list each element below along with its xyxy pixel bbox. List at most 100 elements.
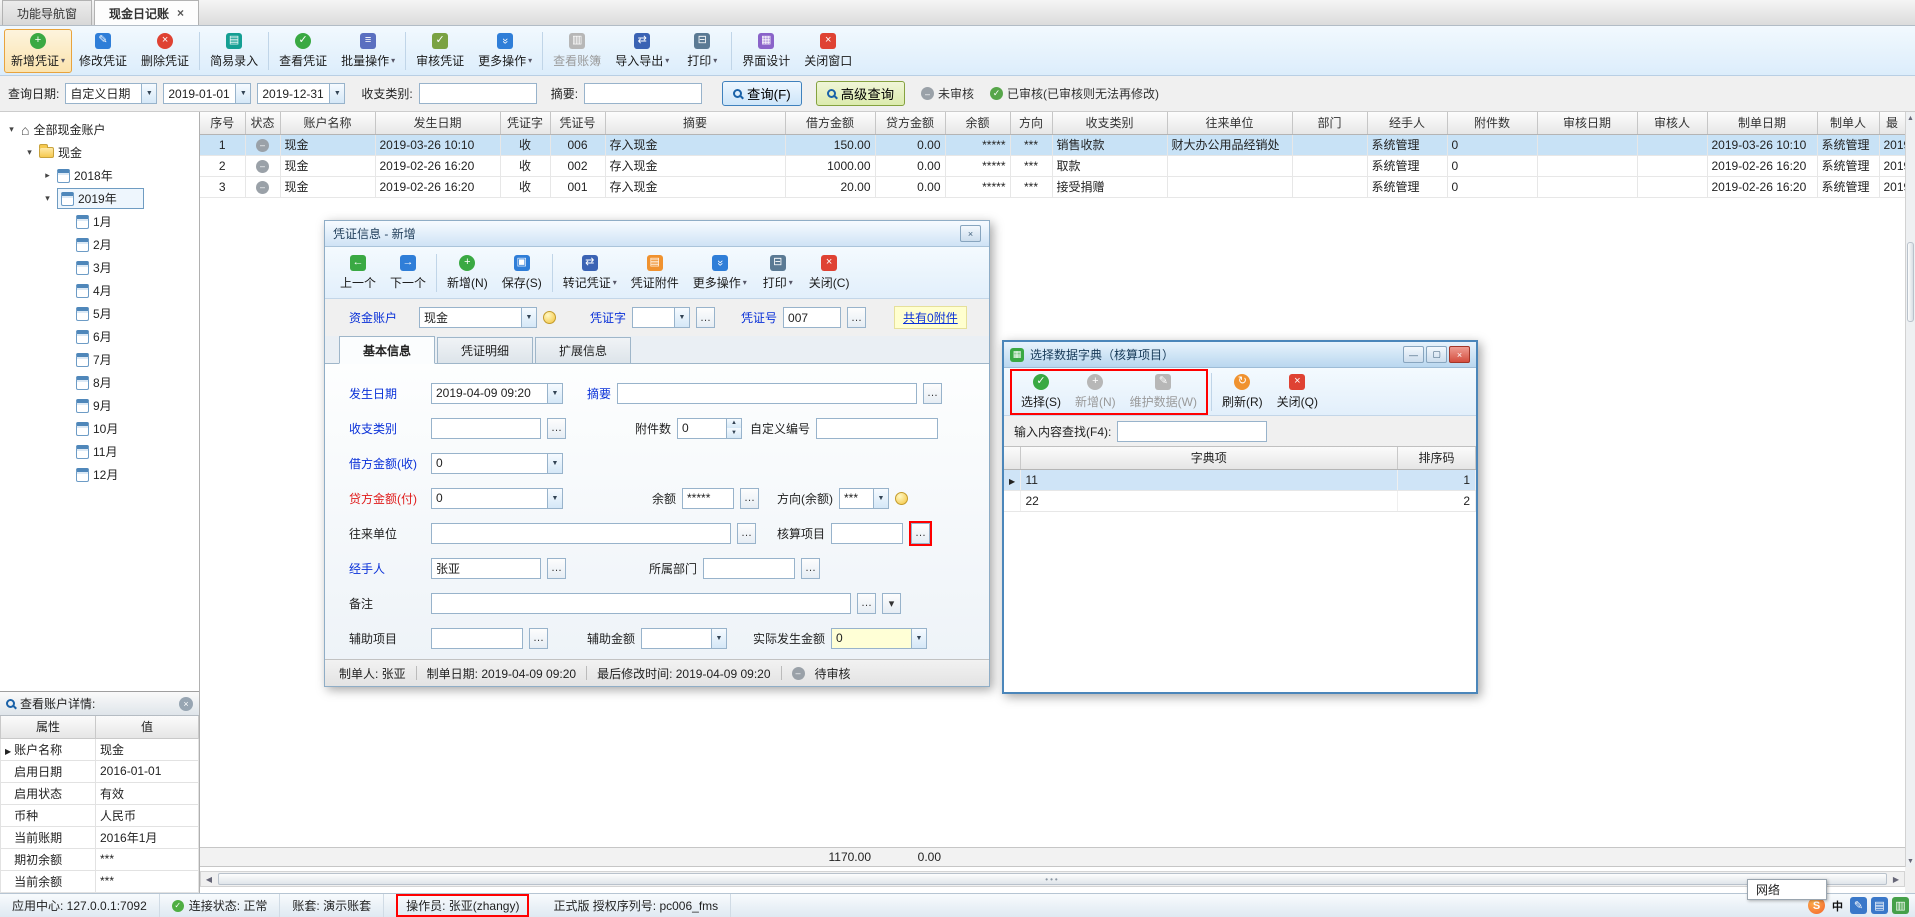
direction-combo[interactable]: ***▼ [839, 488, 889, 509]
minimize-icon[interactable]: — [1403, 346, 1424, 363]
aux-amount-combo[interactable]: ▼ [641, 628, 727, 649]
dict-col-item[interactable]: 字典项 [1020, 447, 1398, 469]
maintain-data-button[interactable]: ✎ 维护数据(W) [1123, 371, 1204, 413]
keyboard-icon[interactable]: ▤ [1871, 897, 1888, 914]
col-voucher-no[interactable]: 凭证号 [550, 112, 605, 134]
handler-input[interactable]: 张亚 [431, 558, 541, 579]
col-created-date[interactable]: 制单日期 [1707, 112, 1817, 134]
detail-row[interactable]: ▶币种 人民币 [1, 804, 199, 826]
dialog-more-ops-button[interactable]: » 更多操作▾ [686, 250, 754, 296]
chevron-down-icon[interactable]: ▼ [521, 308, 536, 327]
maximize-icon[interactable]: ▢ [1426, 346, 1447, 363]
col-modified[interactable]: 最 [1879, 112, 1905, 134]
chevron-down-icon[interactable]: ▼ [711, 629, 726, 648]
voucher-attachment-button[interactable]: ▤ 凭证附件 [624, 250, 686, 296]
chevron-down-icon[interactable]: ▾ [882, 593, 901, 614]
select-button[interactable]: ✓ 选择(S) [1014, 371, 1068, 413]
col-audit-date[interactable]: 审核日期 [1537, 112, 1637, 134]
expander-icon[interactable]: ▾ [42, 193, 53, 204]
col-creator[interactable]: 制单人 [1817, 112, 1879, 134]
dialog-print-button[interactable]: ⊟ 打印▾ [754, 250, 802, 296]
tree-month-item[interactable]: 5月 [0, 302, 199, 325]
import-export-button[interactable]: ⇄ 导入导出▾ [608, 29, 676, 73]
chevron-down-icon[interactable]: ▼ [547, 384, 562, 403]
debit-amount-combo[interactable]: 0▼ [431, 453, 563, 474]
dict-col-sort[interactable]: 排序码 [1398, 447, 1476, 469]
category-field-input[interactable] [431, 418, 541, 439]
tree-month-item[interactable]: 8月 [0, 371, 199, 394]
ellipsis-button[interactable]: … [547, 558, 566, 579]
tree-item-year-2019[interactable]: ▾ 2019年 [0, 187, 199, 210]
dictionary-dialog-titlebar[interactable]: ▦ 选择数据字典（核算项目） — ▢ × [1004, 342, 1476, 368]
col-counterparty[interactable]: 往来单位 [1167, 112, 1292, 134]
tree-item-year-2018[interactable]: ▸ 2018年 [0, 164, 199, 187]
save-button[interactable]: ▣ 保存(S) [495, 250, 549, 296]
custom-no-input[interactable] [816, 418, 938, 439]
remark-input[interactable] [431, 593, 851, 614]
step-down-icon[interactable]: ▼ [727, 428, 741, 438]
col-direction[interactable]: 方向 [1010, 112, 1052, 134]
occur-date-combo[interactable]: 2019-04-09 09:20▼ [431, 383, 563, 404]
chevron-down-icon[interactable]: ▼ [547, 454, 562, 473]
col-credit[interactable]: 贷方金额 [875, 112, 945, 134]
dictionary-row[interactable]: ▶ 11 1 [1004, 469, 1476, 490]
tree-month-item[interactable]: 10月 [0, 417, 199, 440]
tree-month-item[interactable]: 1月 [0, 210, 199, 233]
tree-month-item[interactable]: 3月 [0, 256, 199, 279]
chevron-down-icon[interactable]: ▼ [911, 629, 926, 648]
chevron-down-icon[interactable]: ▼ [873, 489, 888, 508]
close-icon[interactable]: × [960, 225, 981, 242]
ellipsis-button[interactable]: … [923, 383, 942, 404]
print-button[interactable]: ⊟ 打印▾ [676, 29, 728, 73]
close-icon[interactable]: × [177, 6, 184, 20]
tree-month-item[interactable]: 12月 [0, 463, 199, 486]
detail-row[interactable]: ▶期初余额 *** [1, 848, 199, 870]
clipboard-icon[interactable]: ▥ [1892, 897, 1909, 914]
horizontal-scrollbar[interactable]: ◀ ••• ▶ [200, 871, 1905, 887]
voucher-word-combo[interactable]: ▼ [632, 307, 690, 328]
ellipsis-button[interactable]: … [857, 593, 876, 614]
tab-basic-info[interactable]: 基本信息 [339, 336, 435, 364]
col-handler[interactable]: 经手人 [1367, 112, 1447, 134]
view-books-button[interactable]: ▥ 查看账簿 [546, 29, 608, 73]
journal-row[interactable]: 1 – 现金 2019-03-26 10:10 收 006 存入现金 150.0… [200, 134, 1905, 155]
tab-voucher-detail[interactable]: 凭证明细 [437, 337, 533, 363]
ellipsis-button[interactable]: … [696, 307, 715, 328]
date-from-picker[interactable]: 2019-01-01▼ [163, 83, 251, 104]
dictionary-row[interactable]: ▶ 22 2 [1004, 490, 1476, 511]
credit-amount-combo[interactable]: 0▼ [431, 488, 563, 509]
close-window-button[interactable]: × 关闭窗口 [797, 29, 859, 73]
scroll-up-icon[interactable]: ▲ [1906, 112, 1915, 124]
date-mode-select[interactable]: 自定义日期▼ [65, 83, 157, 104]
detail-row[interactable]: ▶启用日期 2016-01-01 [1, 760, 199, 782]
col-status[interactable]: 状态 [245, 112, 280, 134]
chevron-down-icon[interactable]: ▼ [674, 308, 689, 327]
fund-account-combo[interactable]: 现金▼ [419, 307, 537, 328]
next-button[interactable]: → 下一个 [383, 250, 433, 296]
attachment-count-link[interactable]: 共有0附件 [894, 306, 967, 329]
transfer-voucher-button[interactable]: ⇄ 转记凭证▾ [556, 250, 624, 296]
tree-month-item[interactable]: 7月 [0, 348, 199, 371]
col-auditor[interactable]: 审核人 [1637, 112, 1707, 134]
ui-design-button[interactable]: ▦ 界面设计 [735, 29, 797, 73]
chinese-mode-icon[interactable]: 中 [1829, 897, 1846, 914]
search-button[interactable]: 查询(F) [722, 81, 802, 106]
dialog-close-button[interactable]: × 关闭(C) [802, 250, 857, 296]
tab-extended-info[interactable]: 扩展信息 [535, 337, 631, 363]
voucher-dialog-titlebar[interactable]: 凭证信息 - 新增 × [325, 221, 989, 247]
detail-row[interactable]: ▶当前账期 2016年1月 [1, 826, 199, 848]
ellipsis-button[interactable]: … [529, 628, 548, 649]
tree-month-item[interactable]: 2月 [0, 233, 199, 256]
col-balance[interactable]: 余额 [945, 112, 1010, 134]
dict-new-button[interactable]: + 新增(N) [1068, 371, 1123, 413]
detail-row[interactable]: ▶当前余额 *** [1, 870, 199, 892]
advanced-search-button[interactable]: 高级查询 [816, 81, 905, 106]
journal-row[interactable]: 3 – 现金 2019-02-26 16:20 收 001 存入现金 20.00… [200, 176, 1905, 197]
more-ops-button[interactable]: » 更多操作▾ [471, 29, 539, 73]
accounting-item-input[interactable] [831, 523, 903, 544]
tree-month-item[interactable]: 9月 [0, 394, 199, 417]
department-input[interactable] [703, 558, 795, 579]
col-attachments[interactable]: 附件数 [1447, 112, 1537, 134]
col-date[interactable]: 发生日期 [375, 112, 500, 134]
refresh-button[interactable]: ↻ 刷新(R) [1215, 371, 1270, 413]
